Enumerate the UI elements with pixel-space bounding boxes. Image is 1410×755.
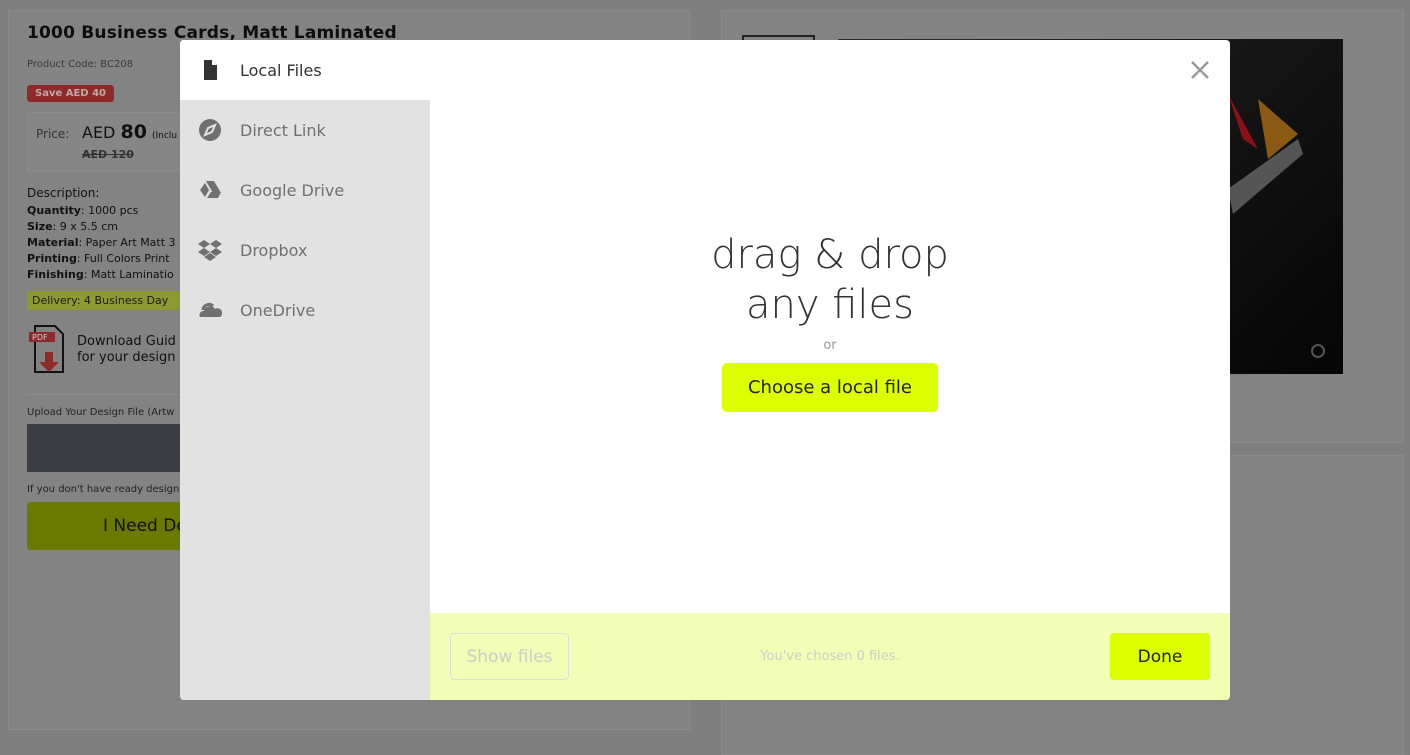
done-button[interactable]: Done	[1110, 633, 1210, 680]
price-amount: 80	[120, 121, 147, 143]
source-dropbox[interactable]: Dropbox	[180, 220, 430, 280]
dialog-footer: Show files You've chosen 0 files. Done	[430, 613, 1230, 700]
drop-heading: drag & drop any files	[711, 232, 949, 328]
source-label: Local Files	[240, 60, 322, 80]
choose-local-file-button[interactable]: Choose a local file	[721, 363, 938, 412]
source-sidebar: Local Files Direct Link Google Drive Dro…	[180, 40, 430, 700]
source-google-drive[interactable]: Google Drive	[180, 160, 430, 220]
file-icon	[204, 60, 217, 80]
source-label: Google Drive	[240, 180, 345, 200]
old-price: AED 120	[82, 148, 134, 161]
source-local-files[interactable]: Local Files	[180, 40, 430, 100]
compass-icon	[199, 119, 221, 141]
google-drive-icon	[200, 181, 221, 198]
source-onedrive[interactable]: OneDrive	[180, 280, 430, 340]
save-badge: Save AED 40	[27, 85, 115, 102]
or-separator: or	[823, 338, 837, 353]
price-note: (Inclu	[152, 131, 178, 141]
pdf-download-icon: PDF	[29, 325, 64, 373]
source-label: Dropbox	[240, 240, 308, 260]
price-currency: AED	[82, 123, 116, 142]
source-label: Direct Link	[240, 120, 326, 140]
download-guide-text: Download Guid for your design	[77, 334, 176, 365]
dropbox-icon	[198, 240, 222, 261]
price-label: Price:	[36, 127, 70, 141]
file-upload-dialog: Local Files Direct Link Google Drive Dro…	[180, 40, 1230, 700]
price-value: AED 80 (Inclu	[82, 121, 177, 143]
source-direct-link[interactable]: Direct Link	[180, 100, 430, 160]
svg-text:PDF: PDF	[32, 333, 48, 342]
drop-zone[interactable]: drag & drop any files or Choose a local f…	[430, 40, 1230, 613]
source-label: OneDrive	[240, 300, 316, 320]
delivery-badge: Delivery: 4 Business Day	[27, 291, 197, 310]
onedrive-icon	[199, 302, 222, 317]
